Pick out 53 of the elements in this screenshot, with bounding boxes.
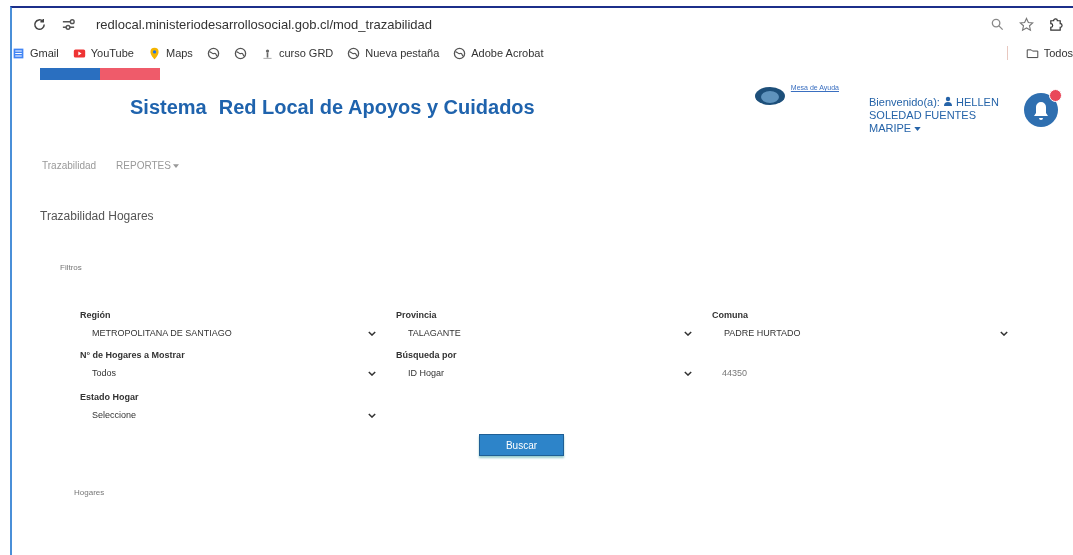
- dropdown[interactable]: Todos: [80, 362, 376, 378]
- user-icon: [943, 96, 953, 106]
- bookmark-folder[interactable]: Todos: [1025, 46, 1073, 60]
- system-label: Sistema: [130, 96, 207, 119]
- list-icon: [12, 46, 25, 60]
- site-settings-icon[interactable]: [61, 16, 76, 32]
- section-title: Hogares: [74, 488, 106, 497]
- field-label: N° de Hogares a Mostrar: [80, 350, 186, 362]
- field-label: Búsqueda por: [396, 350, 458, 362]
- globe-icon: [347, 46, 361, 60]
- chevron-down-icon: [368, 412, 376, 418]
- reload-icon[interactable]: [32, 16, 47, 32]
- chevron-down-icon: [684, 370, 692, 376]
- play-icon: [72, 46, 86, 60]
- chevron-down-icon: [368, 370, 376, 376]
- field-label: Provincia: [396, 310, 438, 322]
- chevron-down-icon: [684, 330, 692, 336]
- bookmark[interactable]: Maps: [147, 46, 193, 60]
- folder-icon: [1025, 46, 1039, 60]
- dropdown[interactable]: Seleccione: [80, 404, 376, 420]
- bookmark[interactable]: Adobe Acrobat: [453, 46, 544, 60]
- page-title: Trazabilidad Hogares: [40, 209, 155, 223]
- zoom-icon[interactable]: [990, 16, 1005, 32]
- globe-icon: [453, 46, 467, 60]
- notification-bell[interactable]: [1023, 92, 1059, 128]
- dropdown[interactable]: TALAGANTE: [396, 322, 692, 338]
- section-title: Filtros: [60, 263, 83, 272]
- globe-icon[interactable]: [206, 46, 220, 60]
- star-icon[interactable]: [1019, 16, 1034, 32]
- field-label: Región: [80, 310, 112, 322]
- dropdown[interactable]: ID Hogar: [396, 362, 692, 378]
- chevron-down-icon: [368, 330, 376, 336]
- caret-icon: [914, 127, 922, 132]
- caret-icon: [172, 163, 179, 168]
- bookmark[interactable]: YouTube: [72, 46, 134, 60]
- headset-icon[interactable]: [753, 86, 786, 106]
- dropdown[interactable]: PADRE HURTADO: [712, 322, 1008, 338]
- bookmark[interactable]: Nueva pestaña: [347, 46, 440, 60]
- globe-icon[interactable]: [233, 46, 247, 60]
- field-label: Estado Hogar: [80, 392, 140, 404]
- notification-badge: [1049, 89, 1062, 102]
- search-button[interactable]: Buscar: [479, 434, 564, 456]
- dropdown[interactable]: METROPOLITANA DE SANTIAGO: [80, 322, 376, 338]
- app-title: Red Local de Apoyos y Cuidados: [218, 96, 535, 119]
- bookmark[interactable]: Gmail: [12, 46, 59, 60]
- input-field[interactable]: 44350: [712, 362, 922, 378]
- address-bar[interactable]: redlocal.ministeriodesarrollosocial.gob.cl/mod_trazabilidad: [96, 16, 432, 32]
- user-menu[interactable]: Bienvenido(a): HELLEN SOLEDAD FUENTES MARIPE: [869, 96, 1009, 135]
- puzzle-icon[interactable]: [1048, 16, 1063, 32]
- bookmark[interactable]: curso GRD: [260, 46, 334, 60]
- map-pin-icon: [147, 46, 161, 60]
- chevron-down-icon: [1000, 330, 1008, 336]
- field-label: Comuna: [712, 310, 749, 322]
